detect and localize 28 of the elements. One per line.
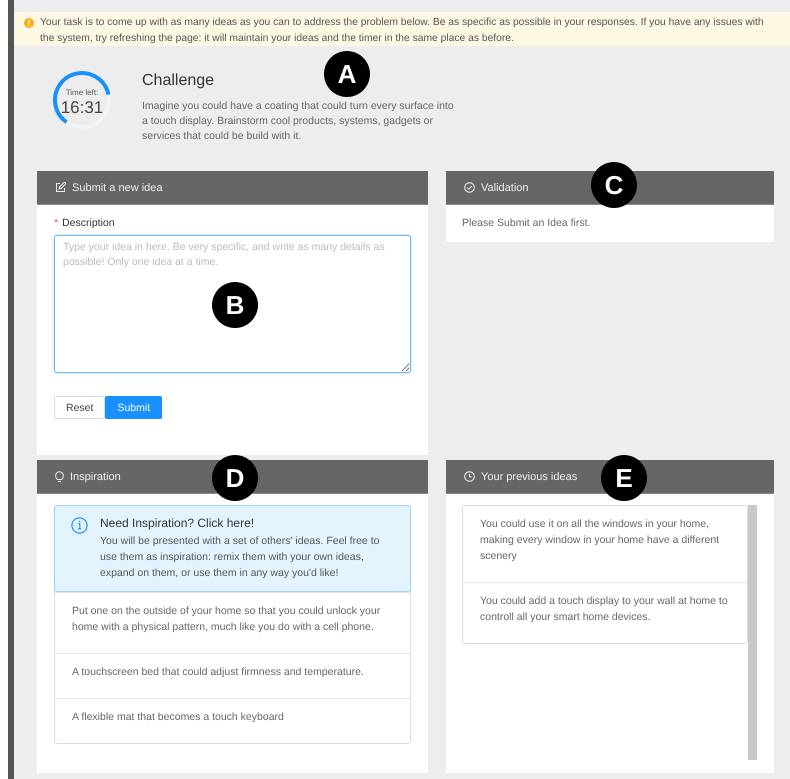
idea-item: A flexible mat that becomes a touch keyboard [55,698,410,743]
panel-title: Your previous ideas [481,470,578,482]
idea-item: You could add a touch display to your wall at home to controll all your smart home devices. [463,582,747,643]
scrollbar[interactable] [748,505,757,760]
reset-button[interactable]: Reset [54,396,106,419]
clock-icon [464,471,475,482]
notice-text: Your task is to come up with as many ideas as you can to address the problem below. Be as specific as possible in your responses. If you have any issues with the system, try refreshing the page: it will maintain your ideas and the timer in the same place as before. [40,16,765,46]
challenge-title: Challenge [142,72,214,90]
idea-item: A touchscreen bed that could adjust firmness and temperature. [55,653,410,698]
field-label: Description [62,217,115,229]
idea-item: You could use it on all the windows in your home, making every window in your home have a different scenery [479,517,720,564]
challenge-text: Imagine you could have a coating that could turn every surface into a touch display. Brainstorm cool products, systems, gadgets or services that could be build with it. [142,99,455,144]
panel-title: Submit a new idea [72,182,162,194]
callout-title: Need Inspiration? Click here! [100,516,256,530]
check-circle-icon [464,182,475,193]
timer-value: 16:31 [60,98,104,118]
lightbulb-icon [55,470,64,482]
panel-title: Inspiration [70,470,121,482]
info-icon [71,517,88,534]
idea-item: Put one on the outside of your home so that you could unlock your home with a physical pattern, much like you do with a cell phone. [55,592,410,653]
required-mark: * [54,217,58,229]
callout-text: You will be presented with a set of others' ideas. Feel free to use them as inspiration: remix them with your own ideas, expand on them, or use them in any way you'd like! [100,534,380,581]
warning-icon [24,18,34,28]
timer-label: Time left: [64,88,100,97]
validation-message: Please Submit an Idea first. [461,216,592,231]
inspiration-callout[interactable] [54,505,411,592]
panel-title: Validation [481,182,528,194]
edit-icon [55,182,66,193]
